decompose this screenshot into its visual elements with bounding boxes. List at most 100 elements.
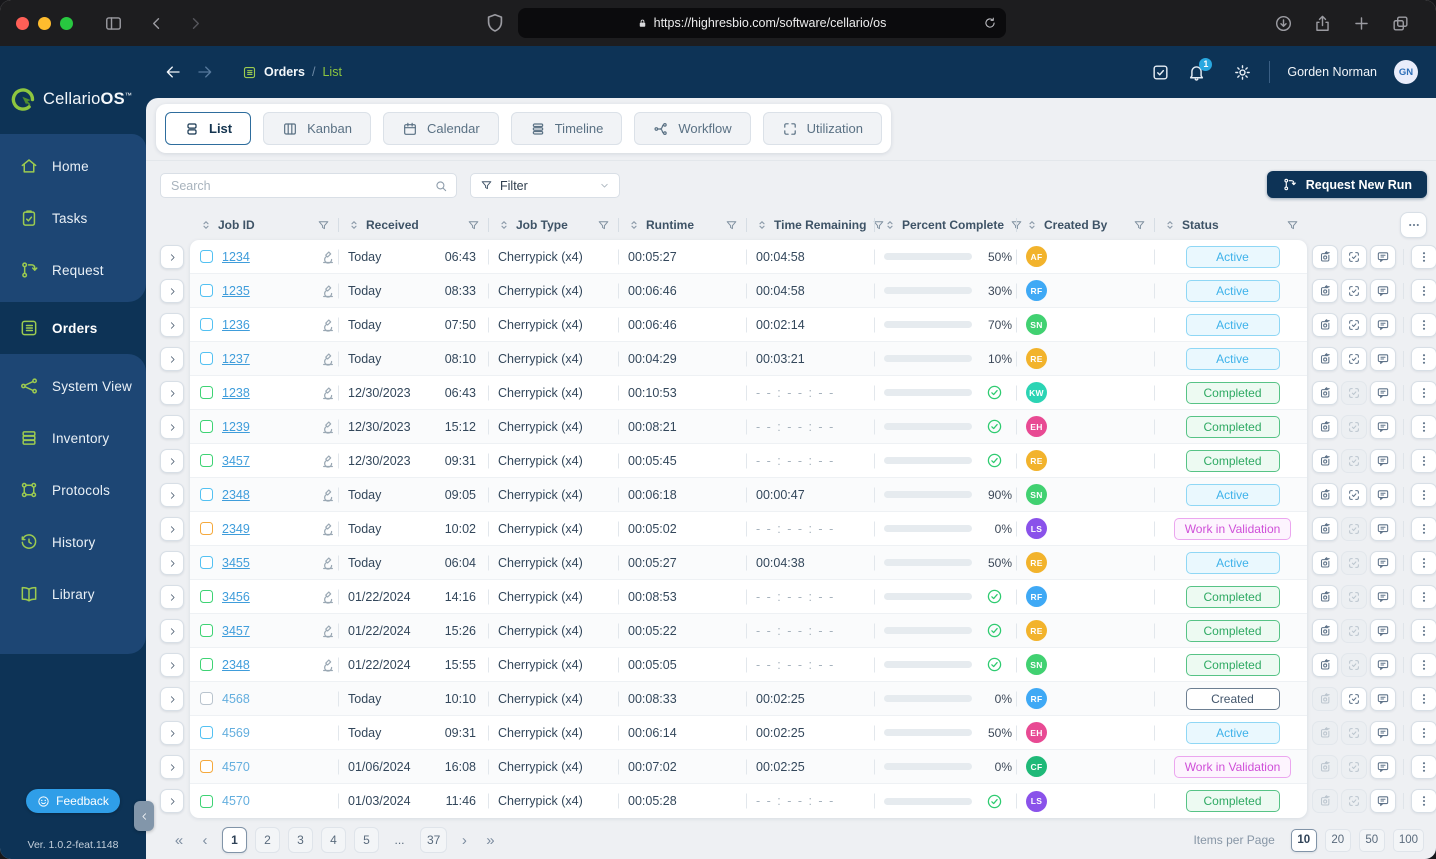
- comments-button[interactable]: [1370, 381, 1396, 405]
- zoom-window-button[interactable]: [60, 16, 73, 30]
- row-expand-button[interactable]: [160, 517, 184, 541]
- row-checkbox[interactable]: [200, 420, 213, 433]
- row-menu-button[interactable]: [1411, 313, 1436, 337]
- column-filter-icon[interactable]: [1286, 219, 1299, 232]
- comments-button[interactable]: [1370, 415, 1396, 439]
- validate-button[interactable]: [1341, 347, 1367, 371]
- row-menu-button[interactable]: [1411, 245, 1436, 269]
- column-header-runtime[interactable]: Runtime: [618, 212, 746, 238]
- job-id-link[interactable]: 4570: [222, 794, 250, 808]
- column-filter-icon[interactable]: [597, 219, 610, 232]
- column-header-received[interactable]: Received: [338, 212, 488, 238]
- column-options-button[interactable]: [1400, 212, 1427, 238]
- row-expand-button[interactable]: [160, 653, 184, 677]
- row-checkbox[interactable]: [200, 318, 213, 331]
- share-icon[interactable]: [1313, 14, 1332, 33]
- column-filter-icon[interactable]: [1133, 219, 1146, 232]
- page-button-2[interactable]: 2: [255, 827, 280, 853]
- tab-list[interactable]: List: [165, 112, 252, 145]
- run-details-button[interactable]: [1312, 619, 1338, 643]
- row-checkbox[interactable]: [200, 556, 213, 569]
- sidebar-collapse-button[interactable]: [134, 801, 154, 831]
- filter-dropdown[interactable]: Filter: [470, 173, 620, 198]
- run-details-button[interactable]: [1312, 245, 1338, 269]
- tab-kanban[interactable]: Kanban: [263, 112, 371, 145]
- comments-button[interactable]: [1370, 653, 1396, 677]
- sidebar-item-home[interactable]: Home: [0, 140, 146, 192]
- run-details-button[interactable]: [1312, 279, 1338, 303]
- job-id-link[interactable]: 4570: [222, 760, 250, 774]
- breadcrumb-page[interactable]: List: [322, 65, 341, 79]
- row-expand-button[interactable]: [160, 551, 184, 575]
- validate-button[interactable]: [1341, 687, 1367, 711]
- row-checkbox[interactable]: [200, 522, 213, 535]
- run-details-button[interactable]: [1312, 585, 1338, 609]
- run-details-button[interactable]: [1312, 381, 1338, 405]
- row-menu-button[interactable]: [1411, 619, 1436, 643]
- downloads-icon[interactable]: [1274, 14, 1293, 33]
- sidebar-item-orders[interactable]: Orders: [0, 302, 146, 354]
- new-tab-icon[interactable]: [1352, 14, 1371, 33]
- validate-button[interactable]: [1341, 313, 1367, 337]
- row-checkbox[interactable]: [200, 624, 213, 637]
- comments-button[interactable]: [1370, 313, 1396, 337]
- row-expand-button[interactable]: [160, 789, 184, 813]
- row-menu-button[interactable]: [1411, 721, 1436, 745]
- approvals-icon[interactable]: [1151, 63, 1170, 82]
- row-menu-button[interactable]: [1411, 517, 1436, 541]
- column-header-percent-complete[interactable]: Percent Complete: [874, 212, 1022, 238]
- next-page-button[interactable]: ›: [455, 832, 473, 849]
- row-menu-button[interactable]: [1411, 279, 1436, 303]
- column-header-job-id[interactable]: Job ID: [190, 212, 338, 238]
- comments-button[interactable]: [1370, 755, 1396, 779]
- row-menu-button[interactable]: [1411, 381, 1436, 405]
- page-button-3[interactable]: 3: [288, 827, 313, 853]
- row-checkbox[interactable]: [200, 454, 213, 467]
- job-id-link[interactable]: 4568: [222, 692, 250, 706]
- row-expand-button[interactable]: [160, 721, 184, 745]
- nav-back-icon[interactable]: [164, 63, 182, 81]
- validate-button[interactable]: [1341, 483, 1367, 507]
- row-expand-button[interactable]: [160, 415, 184, 439]
- validate-button[interactable]: [1341, 245, 1367, 269]
- job-id-link[interactable]: 2349: [222, 522, 250, 536]
- row-checkbox[interactable]: [200, 352, 213, 365]
- tab-calendar[interactable]: Calendar: [382, 112, 499, 145]
- comments-button[interactable]: [1370, 585, 1396, 609]
- row-menu-button[interactable]: [1411, 687, 1436, 711]
- page-size-button-100[interactable]: 100: [1392, 828, 1424, 852]
- job-id-link[interactable]: 1234: [222, 250, 250, 264]
- row-expand-button[interactable]: [160, 279, 184, 303]
- row-expand-button[interactable]: [160, 619, 184, 643]
- page-button-4[interactable]: 4: [321, 827, 346, 853]
- search-input[interactable]: [169, 177, 434, 194]
- run-details-button[interactable]: [1312, 653, 1338, 677]
- comments-button[interactable]: [1370, 347, 1396, 371]
- row-expand-button[interactable]: [160, 245, 184, 269]
- row-expand-button[interactable]: [160, 687, 184, 711]
- row-checkbox[interactable]: [200, 590, 213, 603]
- comments-button[interactable]: [1370, 449, 1396, 473]
- column-filter-icon[interactable]: [317, 219, 330, 232]
- address-bar[interactable]: https://highresbio.com/software/cellario…: [517, 8, 1006, 38]
- row-menu-button[interactable]: [1411, 551, 1436, 575]
- comments-button[interactable]: [1370, 551, 1396, 575]
- settings-gear-icon[interactable]: [1233, 63, 1252, 82]
- browser-forward-icon[interactable]: [186, 14, 205, 33]
- feedback-button[interactable]: Feedback: [26, 789, 120, 813]
- row-menu-button[interactable]: [1411, 755, 1436, 779]
- job-id-link[interactable]: 4569: [222, 726, 250, 740]
- column-header-job-type[interactable]: Job Type: [488, 212, 618, 238]
- row-checkbox[interactable]: [200, 658, 213, 671]
- row-expand-button[interactable]: [160, 585, 184, 609]
- privacy-shield-icon[interactable]: [484, 12, 506, 34]
- column-filter-icon[interactable]: [725, 219, 738, 232]
- comments-button[interactable]: [1370, 483, 1396, 507]
- page-size-button-20[interactable]: 20: [1324, 828, 1351, 852]
- breadcrumb-section[interactable]: Orders: [264, 65, 305, 79]
- job-id-link[interactable]: 1236: [222, 318, 250, 332]
- page-size-button-10[interactable]: 10: [1290, 828, 1317, 852]
- column-header-time-remaining[interactable]: Time Remaining: [746, 212, 884, 238]
- run-details-button[interactable]: [1312, 517, 1338, 541]
- sidebar-item-system-view[interactable]: System View: [0, 360, 146, 412]
